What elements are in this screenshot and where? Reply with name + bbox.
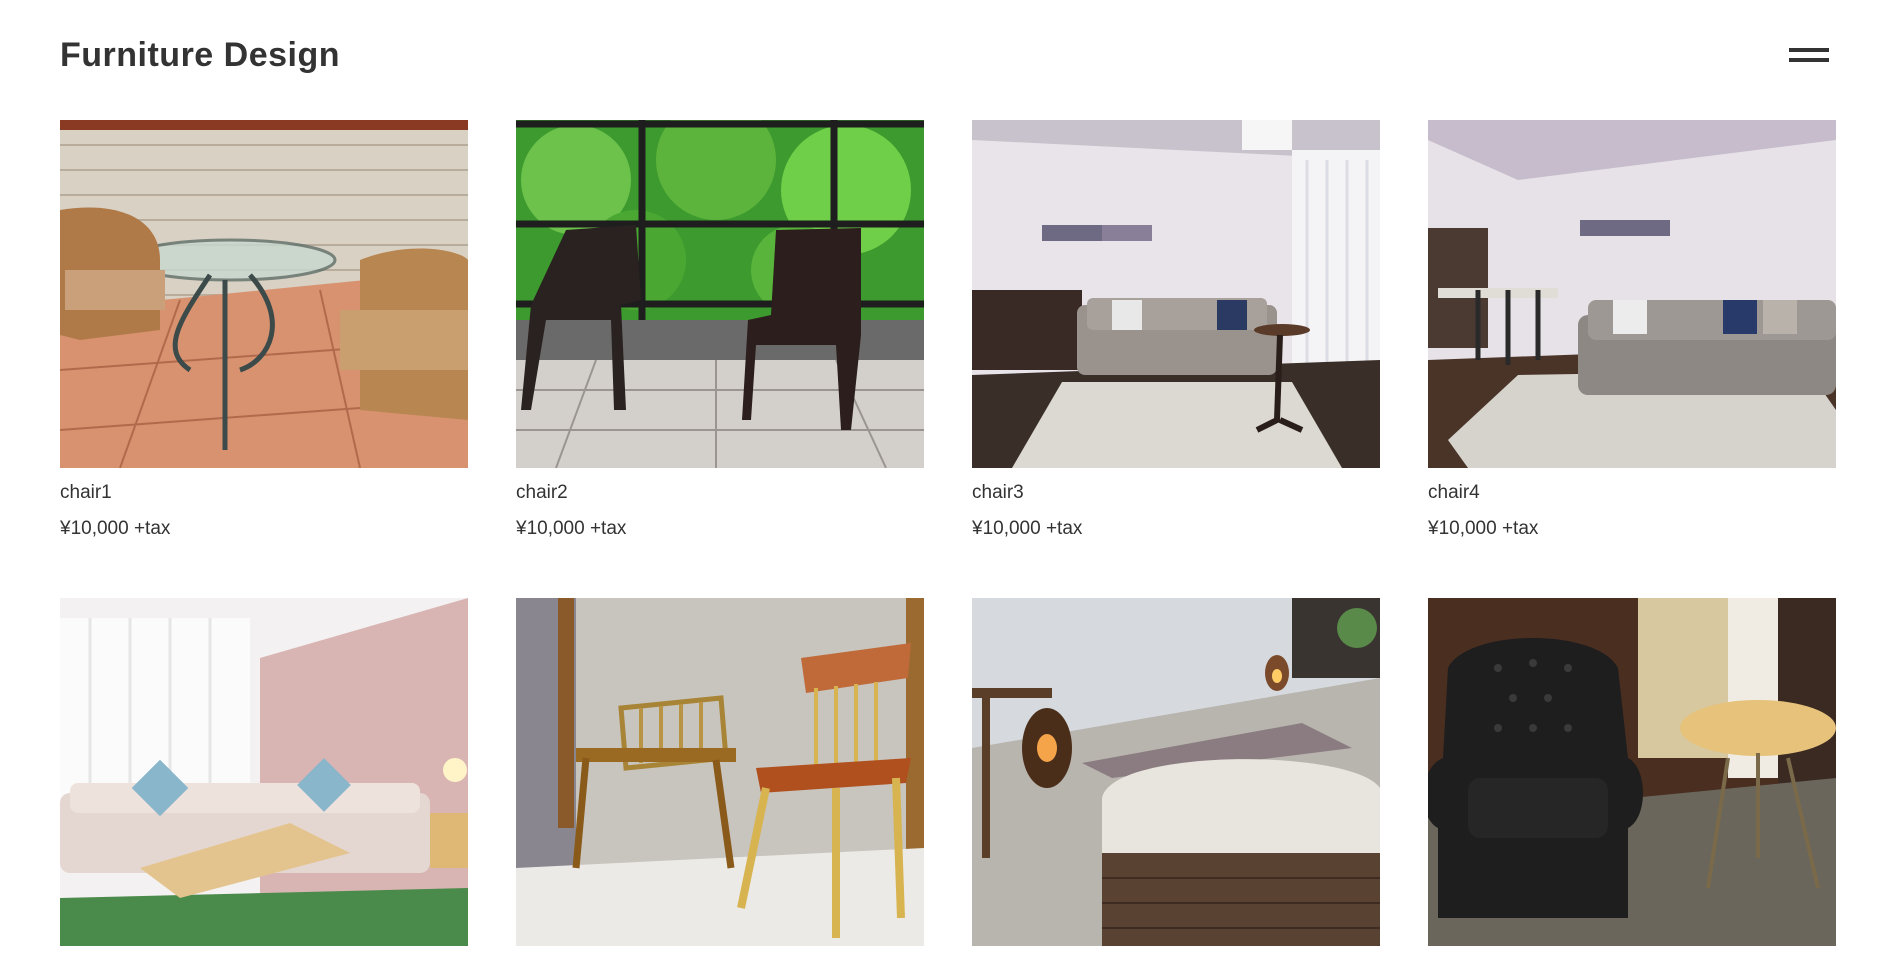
product-price: ¥10,000 +tax <box>516 518 627 539</box>
product-photo-6[interactable] <box>516 598 924 946</box>
menu-bar-bottom <box>1789 58 1829 62</box>
product-photo-3[interactable] <box>972 120 1380 468</box>
product-name[interactable]: chair4 <box>1428 482 1836 504</box>
product-name[interactable]: chair2 <box>516 482 924 504</box>
product-price: ¥10,000 +tax <box>972 518 1083 539</box>
product-card[interactable] <box>516 598 924 960</box>
product-card[interactable]: chair4 ¥10,000 +tax <box>1428 120 1836 540</box>
product-photo-1[interactable] <box>60 120 468 468</box>
pink-room-photo <box>60 598 468 946</box>
product-price: ¥10,000 +tax <box>1428 518 1539 539</box>
living-room-photo <box>972 120 1380 468</box>
product-card[interactable]: chair2 ¥10,000 +tax <box>516 120 924 540</box>
product-name[interactable]: chair1 <box>60 482 468 504</box>
product-photo-2[interactable] <box>516 120 924 468</box>
product-photo-4[interactable] <box>1428 120 1836 468</box>
dining-chairs-photo <box>516 120 924 468</box>
product-name[interactable]: chair3 <box>972 482 1380 504</box>
site-header: Furniture Design <box>60 30 1829 86</box>
leather-armchair-photo <box>1428 598 1836 946</box>
product-card[interactable]: chair1 ¥10,000 +tax <box>60 120 468 540</box>
ottoman-room-photo <box>972 598 1380 946</box>
product-photo-8[interactable] <box>1428 598 1836 946</box>
product-card[interactable] <box>972 598 1380 960</box>
product-card[interactable]: chair3 ¥10,000 +tax <box>972 120 1380 540</box>
product-photo-7[interactable] <box>972 598 1380 946</box>
menu-bar-top <box>1789 48 1829 52</box>
site-title[interactable]: Furniture Design <box>60 36 340 75</box>
hamburger-menu-icon[interactable] <box>1789 45 1829 67</box>
product-grid: chair1 ¥10,000 +tax chair2 ¥10,000 +tax … <box>60 120 1836 960</box>
living-dining-photo <box>1428 120 1836 468</box>
rattan-chairs-photo <box>60 120 468 468</box>
wooden-bench-photo <box>516 598 924 946</box>
product-card[interactable] <box>60 598 468 960</box>
product-photo-5[interactable] <box>60 598 468 946</box>
product-price: ¥10,000 +tax <box>60 518 171 539</box>
product-card[interactable] <box>1428 598 1836 960</box>
